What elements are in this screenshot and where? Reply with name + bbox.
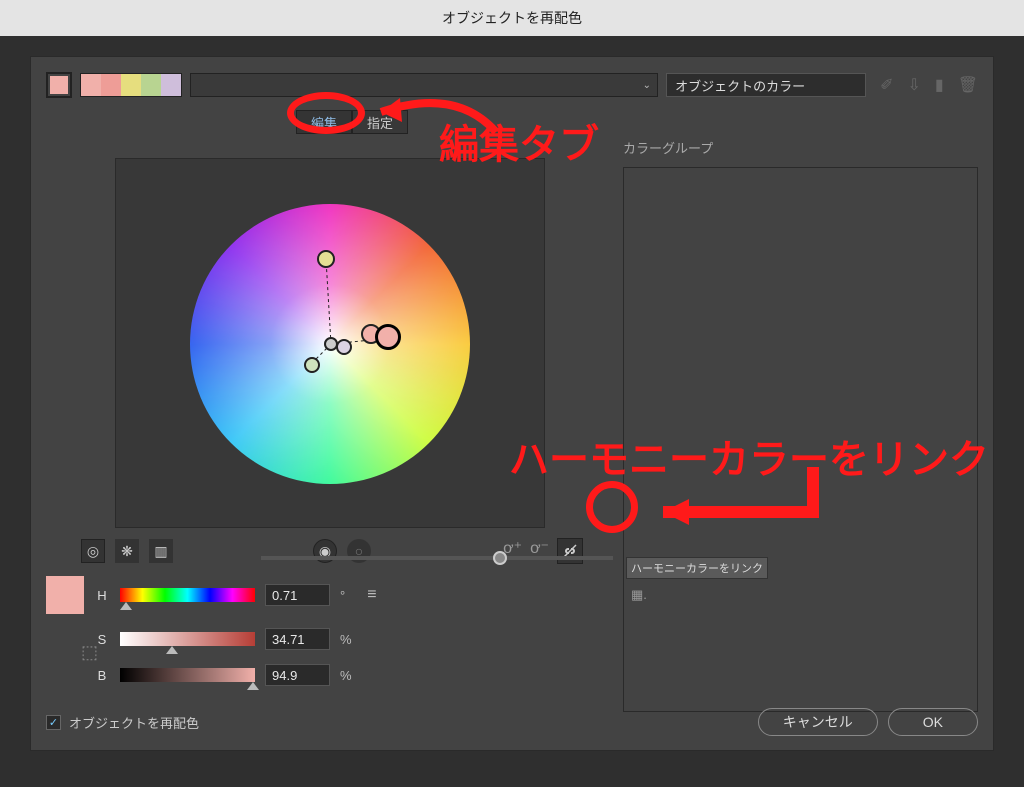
folder-icon[interactable]: ▮ xyxy=(935,75,944,95)
brightness-slider[interactable] xyxy=(261,556,613,560)
palette-chip[interactable] xyxy=(161,74,181,96)
dialog-panel: ⌄ ✐ ⇩ ▮ 🗑 編集 指定 xyxy=(30,56,994,751)
wheel-right-tools: ơ⁺ ơ⁻ xyxy=(503,538,583,564)
annotation-circle-edit xyxy=(287,92,365,134)
smooth-wheel-icon[interactable]: ◎ xyxy=(81,539,105,563)
palette-chip[interactable] xyxy=(121,74,141,96)
annotation-circle-link xyxy=(586,481,638,533)
color-groups-list[interactable] xyxy=(623,167,978,712)
cube-3d-icon[interactable]: ⬚ xyxy=(81,642,98,663)
wheel-handle-primary[interactable] xyxy=(375,324,401,350)
recolor-checkbox-label: オブジェクトを再配色 xyxy=(69,713,199,732)
right-column: カラーグループ xyxy=(623,138,978,693)
h-label: H xyxy=(94,588,110,603)
color-bars-icon[interactable]: ▥ xyxy=(149,539,173,563)
hue-unit: ° xyxy=(340,588,345,603)
slider-thumb[interactable] xyxy=(493,551,507,565)
active-color-fill xyxy=(50,76,68,94)
slider-thumb[interactable] xyxy=(120,602,132,610)
palette-chip[interactable] xyxy=(141,74,161,96)
harmony-palette[interactable] xyxy=(80,73,182,97)
window-title: オブジェクトを再配色 xyxy=(442,8,582,28)
ok-button[interactable]: OK xyxy=(888,708,978,736)
brightness-unit: % xyxy=(340,668,352,683)
main-content: ◎ ❋ ▥ ◉ ○ ơ⁺ ơ⁻ H xyxy=(46,138,978,693)
wheel-handle[interactable] xyxy=(317,250,335,268)
slider-thumb[interactable] xyxy=(247,682,259,690)
hue-slider[interactable] xyxy=(120,588,255,602)
slider-menu-icon[interactable]: ≡ xyxy=(367,586,378,604)
hsb-row-h: H ° ≡ xyxy=(46,576,613,614)
saturation-slider[interactable] xyxy=(120,632,255,646)
wheel-toolbar: ◎ ❋ ▥ ◉ ○ ơ⁺ ơ⁻ xyxy=(81,538,613,564)
dialog-footer: ✓ オブジェクトを再配色 キャンセル OK xyxy=(46,708,978,736)
recolor-checkbox[interactable]: ✓ xyxy=(46,715,61,730)
trash-icon[interactable]: 🗑 xyxy=(958,75,978,95)
saturation-input[interactable] xyxy=(265,628,330,650)
b-label: B xyxy=(94,668,110,683)
brightness-input[interactable] xyxy=(265,664,330,686)
remove-color-icon[interactable]: ơ⁻ xyxy=(530,538,549,564)
left-column: ◎ ❋ ▥ ◉ ○ ơ⁺ ơ⁻ H xyxy=(46,138,613,693)
save-group-icon[interactable]: ⇩ xyxy=(907,75,920,95)
segmented-wheel-icon[interactable]: ❋ xyxy=(115,539,139,563)
link-harmony-button[interactable] xyxy=(557,538,583,564)
palette-chip[interactable] xyxy=(81,74,101,96)
color-groups-label: カラーグループ xyxy=(623,138,978,157)
brightness-slider-hsb[interactable] xyxy=(120,668,255,682)
hsb-row-b: B % xyxy=(94,664,613,686)
hue-input[interactable] xyxy=(265,584,330,606)
hsb-row-s: S % xyxy=(94,628,613,650)
top-toolbar: ⌄ ✐ ⇩ ▮ 🗑 xyxy=(46,72,978,98)
active-color-swatch[interactable] xyxy=(46,72,72,98)
color-preview-large xyxy=(46,576,84,614)
wheel-handle[interactable] xyxy=(336,339,352,355)
saturation-unit: % xyxy=(340,632,352,647)
tooltip-link-harmony: ハーモニーカラーをリンク xyxy=(626,557,768,579)
palette-chip[interactable] xyxy=(101,74,121,96)
color-group-name-input[interactable] xyxy=(666,73,866,97)
group-action-icons: ✐ ⇩ ▮ 🗑 xyxy=(880,75,978,95)
chevron-down-icon: ⌄ xyxy=(643,80,651,91)
slider-thumb[interactable] xyxy=(166,646,178,654)
cancel-button[interactable]: キャンセル xyxy=(758,708,878,736)
mode-tabs: 編集 指定 xyxy=(0,110,978,134)
color-wheel-panel xyxy=(115,158,545,528)
eyedropper-icon[interactable]: ✐ xyxy=(880,75,893,95)
hsb-controls: H ° ≡ S % B % xyxy=(46,576,613,686)
harmony-rules-dropdown[interactable]: ⌄ xyxy=(190,73,658,97)
wheel-center[interactable] xyxy=(324,337,338,351)
window-titlebar: オブジェクトを再配色 xyxy=(0,0,1024,36)
wheel-handle[interactable] xyxy=(304,357,320,373)
new-group-icon[interactable]: ▦. xyxy=(631,587,647,603)
